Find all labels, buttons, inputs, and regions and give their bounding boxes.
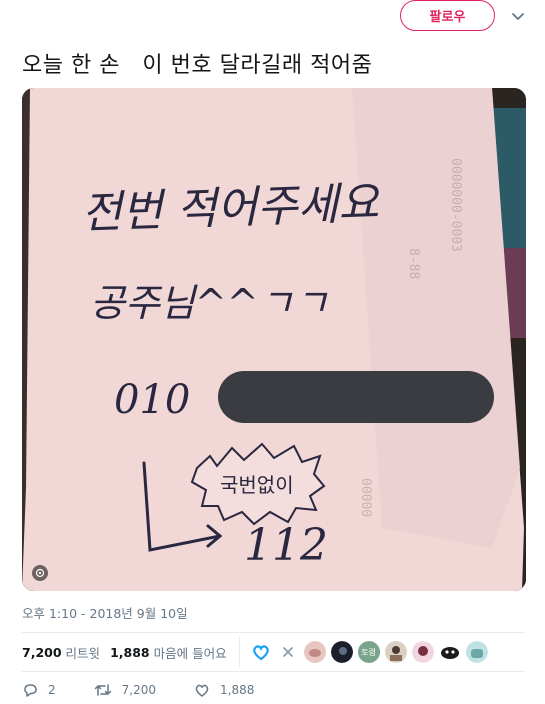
note-line-1: 전번 적어주세요 (81, 178, 382, 239)
note-line-3: 010 (114, 377, 190, 423)
svg-text:00000: 00000 (358, 478, 373, 517)
avatar[interactable] (438, 641, 461, 663)
avatar[interactable] (465, 641, 488, 663)
svg-text:0000000-0003: 0000000-0003 (448, 158, 463, 252)
reply-icon (24, 684, 37, 697)
note-burst: 국번없이 (220, 473, 294, 497)
tweet-text: 오늘 한 손 이 번호 달라길래 적어줌 (22, 53, 373, 78)
tweet-actions: 2 7,200 1,888 (22, 682, 292, 698)
avatar[interactable] (330, 641, 353, 663)
heart-icon (249, 641, 272, 663)
svg-text:8-88: 8-88 (406, 248, 421, 279)
retweet-count: 7,200 (121, 683, 156, 697)
avatar[interactable]: 토령 (357, 641, 380, 663)
avatar[interactable] (411, 641, 434, 663)
note-line-2: 공주님^^ㄱㄱ (90, 281, 328, 325)
gif-icon (32, 565, 48, 581)
avatar[interactable] (303, 641, 326, 663)
liker-avatars: 토령 (249, 641, 488, 663)
tweet-timestamp[interactable]: 오후 1:10 - 2018년 9월 10일 (22, 603, 188, 622)
retweet-button[interactable]: 7,200 (94, 682, 156, 698)
chevron-down-icon[interactable] (508, 6, 528, 26)
retweets-count[interactable]: 7,200 (22, 645, 62, 660)
retweet-icon (94, 684, 111, 696)
follow-button[interactable]: 팔로우 (400, 0, 495, 31)
reply-count: 2 (48, 683, 56, 697)
like-icon (195, 684, 209, 697)
avatar[interactable] (384, 641, 407, 663)
retweets-label[interactable]: 리트윗 (66, 643, 101, 662)
tweet-photo[interactable]: 0000000-0003 8-88 00000 전번 적어주세요 공주님^^ㄱㄱ… (22, 88, 526, 591)
tweet-stats: 7,200 리트윗 1,888 마음에 들어요 토령 (22, 633, 525, 671)
tweet-header: 팔로우 (0, 0, 545, 36)
like-count: 1,888 (220, 683, 255, 697)
note-number: 112 (244, 520, 328, 571)
likes-label[interactable]: 마음에 들어요 (154, 643, 227, 662)
close-icon (282, 647, 293, 657)
handwritten-note-image: 0000000-0003 8-88 00000 전번 적어주세요 공주님^^ㄱㄱ… (22, 88, 526, 591)
reply-button[interactable]: 2 (22, 682, 56, 698)
divider (22, 671, 525, 672)
like-button[interactable]: 1,888 (194, 682, 254, 698)
likes-count[interactable]: 1,888 (110, 645, 150, 660)
stats-divider (238, 637, 240, 667)
avatar[interactable] (249, 641, 272, 663)
